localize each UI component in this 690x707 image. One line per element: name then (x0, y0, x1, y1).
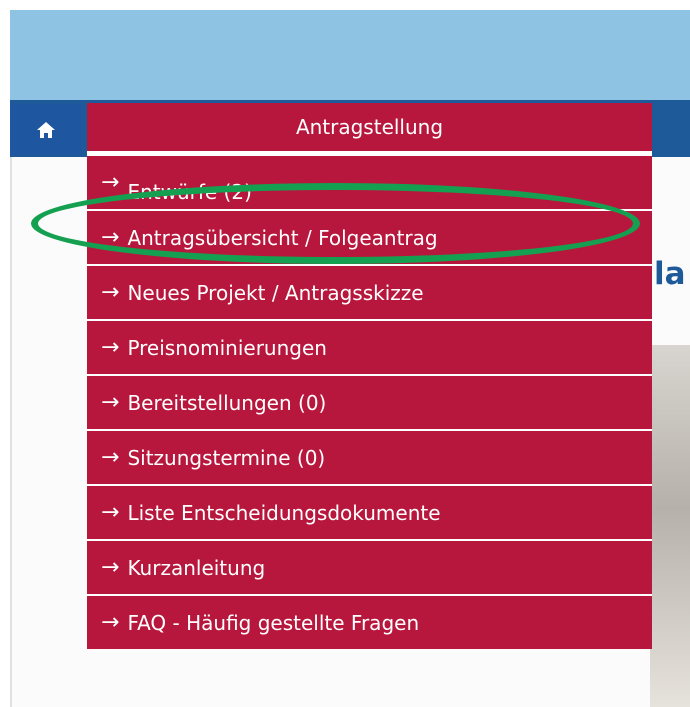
menu-item-entscheidungsdokumente[interactable]: → Liste Entscheidungsdokumente (87, 484, 652, 539)
menu-item-kurzanleitung[interactable]: → Kurzanleitung (87, 539, 652, 594)
menu-item-label: Entwürfe (2) (127, 179, 252, 204)
content-border (10, 157, 12, 707)
arrow-right-icon: → (101, 609, 120, 635)
hero-image (650, 345, 690, 707)
menu-item-label: Kurzanleitung (127, 555, 266, 580)
menu-item-preisnominierungen[interactable]: → Preisnominierungen (87, 319, 652, 374)
antragstellung-dropdown: Antragstellung → Entwürfe (2) → Antragsü… (87, 103, 652, 649)
menu-item-sitzungstermine[interactable]: → Sitzungstermine (0) (87, 429, 652, 484)
home-button[interactable] (10, 104, 82, 155)
menu-item-neues-projekt[interactable]: → Neues Projekt / Antragsskizze (87, 264, 652, 319)
menu-item-entwuerfe[interactable]: → Entwürfe (2) (87, 154, 652, 209)
arrow-right-icon: → (101, 499, 120, 525)
menu-item-label: Liste Entscheidungsdokumente (127, 500, 441, 525)
menu-item-label: FAQ - Häufig gestellte Fragen (127, 610, 420, 635)
arrow-right-icon: → (101, 444, 120, 470)
menu-item-label: Neues Projekt / Antragsskizze (127, 280, 424, 305)
menu-item-faq[interactable]: → FAQ - Häufig gestellte Fragen (87, 594, 652, 649)
home-icon (37, 121, 55, 138)
arrow-right-icon: → (101, 169, 120, 195)
arrow-right-icon: → (101, 279, 120, 305)
menu-item-label: Preisnominierungen (127, 335, 327, 360)
menu-item-label: Antragsübersicht / Folgeantrag (127, 225, 438, 250)
arrow-right-icon: → (101, 389, 120, 415)
menu-item-antragsuebersicht[interactable]: → Antragsübersicht / Folgeantrag (87, 209, 652, 264)
arrow-right-icon: → (101, 334, 120, 360)
page-heading-partial: la (654, 256, 686, 292)
menu-item-bereitstellungen[interactable]: → Bereitstellungen (0) (87, 374, 652, 429)
arrow-right-icon: → (101, 224, 120, 250)
arrow-right-icon: → (101, 554, 120, 580)
menu-header-antragstellung[interactable]: Antragstellung (87, 103, 652, 154)
menu-item-label: Bereitstellungen (0) (127, 390, 327, 415)
menu-item-label: Sitzungstermine (0) (127, 445, 326, 470)
top-banner (10, 10, 690, 100)
